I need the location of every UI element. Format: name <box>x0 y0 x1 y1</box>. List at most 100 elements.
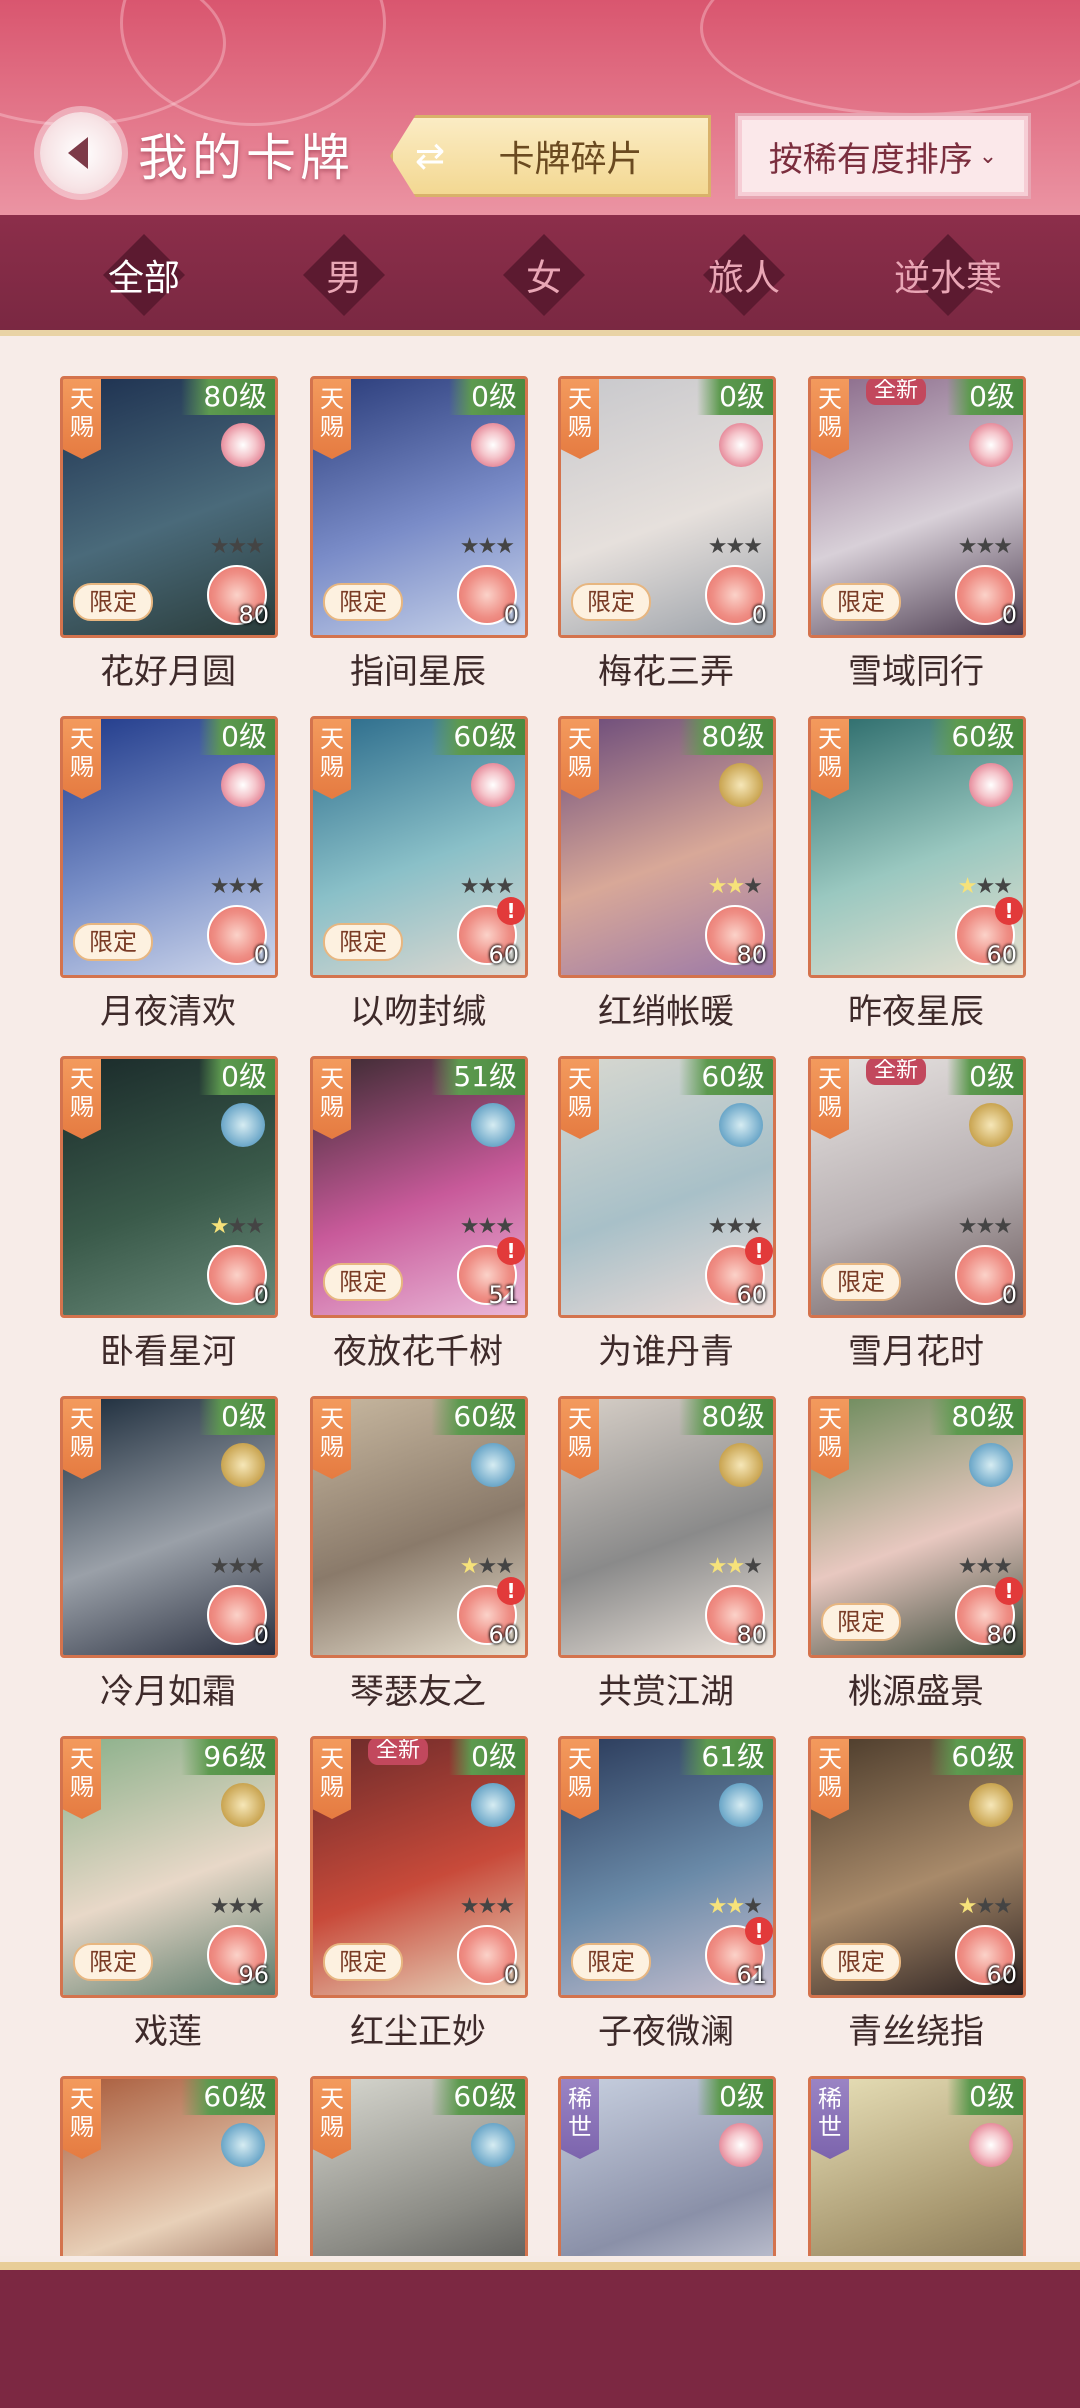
back-button[interactable] <box>40 112 122 194</box>
card-item[interactable]: 稀世 0级 <box>558 2076 776 2256</box>
star-icon: ★ <box>227 1554 248 1579</box>
star-icon: ★ <box>957 534 978 559</box>
filter-label: 女 <box>525 258 562 299</box>
rarity-tag: 稀世 <box>561 2079 599 2159</box>
filter-tab-all[interactable]: 全部 <box>84 233 204 317</box>
limited-tag: 限定 <box>73 923 153 961</box>
star-icon: ★ <box>725 534 746 559</box>
card-item[interactable]: 天赐 60级 <box>60 2076 278 2256</box>
rarity-tag: 天赐 <box>63 1059 101 1139</box>
level-banner: 60级 <box>431 2079 525 2115</box>
fan-icon <box>471 1783 515 1827</box>
star-icon: ★ <box>707 874 728 899</box>
card-item[interactable]: 稀世 0级 <box>808 2076 1026 2256</box>
fragment-count: 60 <box>488 941 519 969</box>
card-item[interactable]: 天赐 60级 ★★★! 60 <box>558 1056 776 1318</box>
rarity-tag: 天赐 <box>313 719 351 799</box>
rarity-tag: 天赐 <box>561 1739 599 1819</box>
star-icon: ★ <box>975 1214 996 1239</box>
star-icon: ★ <box>957 1214 978 1239</box>
card-item[interactable]: 天赐 80级 ★★★ 80 <box>558 1396 776 1658</box>
card-item[interactable]: 天赐 60级 ★★★! 60 <box>310 1396 528 1658</box>
flower-icon <box>471 423 515 467</box>
star-rating: ★★★ <box>958 1554 1013 1579</box>
flower-icon <box>969 423 1013 467</box>
card-item[interactable]: 天赐 0级 全新 ★★★ 限定 0 <box>808 376 1026 638</box>
level-banner: 60级 <box>181 2079 275 2115</box>
card-item[interactable]: 天赐 60级 ★★★ 限定 60 <box>808 1736 1026 1998</box>
star-icon: ★ <box>495 534 515 559</box>
card-fragments-label: 卡牌碎片 <box>498 139 643 180</box>
star-rating: ★★★ <box>459 874 515 899</box>
card-item[interactable]: 天赐 61级 ★★★ 限定! 61 <box>558 1736 776 1998</box>
star-icon: ★ <box>975 534 996 559</box>
star-icon: ★ <box>209 534 230 559</box>
fan-icon <box>221 2123 265 2167</box>
card-item[interactable]: 天赐 0级 ★★★ 0 <box>60 1056 278 1318</box>
limited-tag: 限定 <box>571 1943 651 1981</box>
card-name: 青丝绕指 <box>848 2012 984 2052</box>
level-banner: 60级 <box>929 719 1023 755</box>
card-fragments-button[interactable]: ⇄ 卡牌碎片 <box>390 115 711 197</box>
card-item[interactable]: 天赐 60级 <box>310 2076 528 2256</box>
star-icon: ★ <box>477 534 498 559</box>
rarity-tag: 天赐 <box>561 1059 599 1139</box>
limited-tag: 限定 <box>821 583 901 621</box>
star-icon: ★ <box>725 874 746 899</box>
card-item[interactable]: 天赐 0级 ★★★ 限定 0 <box>60 716 278 978</box>
card-item[interactable]: 天赐 0级 ★★★ 限定 0 <box>310 376 528 638</box>
fan-icon <box>471 1103 515 1147</box>
card-item[interactable]: 天赐 0级 全新 ★★★ 限定 0 <box>310 1736 528 1998</box>
rarity-tag: 天赐 <box>63 379 101 459</box>
card-item[interactable]: 天赐 80级 ★★★ 限定! 80 <box>808 1396 1026 1658</box>
star-icon: ★ <box>957 1894 978 1919</box>
rarity-tag: 天赐 <box>811 1739 849 1819</box>
limited-tag: 限定 <box>73 583 153 621</box>
card-item[interactable]: 天赐 0级 ★★★ 0 <box>60 1396 278 1658</box>
star-icon: ★ <box>459 874 480 899</box>
star-icon: ★ <box>245 534 265 559</box>
card-item[interactable]: 天赐 0级 全新 ★★★ 限定 0 <box>808 1056 1026 1318</box>
card-item[interactable]: 天赐 60级 ★★★! 60 <box>808 716 1026 978</box>
star-icon: ★ <box>993 874 1013 899</box>
fan-icon <box>719 1783 763 1827</box>
coin-icon <box>221 1443 265 1487</box>
rarity-tag: 天赐 <box>313 379 351 459</box>
filter-tab-traveler[interactable]: 旅人 <box>684 233 804 317</box>
card-item[interactable]: 天赐 60级 ★★★ 限定! 60 <box>310 716 528 978</box>
card-item[interactable]: 天赐 80级 ★★★ 限定 80 <box>60 376 278 638</box>
star-icon: ★ <box>477 1214 498 1239</box>
level-banner: 0级 <box>947 379 1023 415</box>
star-rating: ★★★ <box>708 534 763 559</box>
star-icon: ★ <box>743 1894 763 1919</box>
card-name: 梅花三弄 <box>598 652 734 692</box>
chevron-down-icon: ⌄ <box>978 143 998 169</box>
card-item[interactable]: 天赐 80级 ★★★ 80 <box>558 716 776 978</box>
level-banner: 0级 <box>449 379 525 415</box>
fragment-count: 96 <box>238 1961 269 1989</box>
filter-tab-male[interactable]: 男 <box>284 233 404 317</box>
level-banner: 0级 <box>697 2079 773 2115</box>
star-icon: ★ <box>459 1894 480 1919</box>
star-icon: ★ <box>245 874 265 899</box>
card-name: 为谁丹青 <box>598 1332 734 1372</box>
sort-dropdown[interactable]: 按稀有度排序 ⌄ <box>735 113 1031 199</box>
star-icon: ★ <box>477 1894 498 1919</box>
filter-label: 逆水寒 <box>893 258 1002 299</box>
level-banner: 51级 <box>431 1059 525 1095</box>
card-name: 雪域同行 <box>848 652 984 692</box>
card-name: 卧看星河 <box>100 1332 236 1372</box>
coin-icon <box>719 1443 763 1487</box>
star-icon: ★ <box>209 1214 230 1239</box>
filter-tab-female[interactable]: 女 <box>484 233 604 317</box>
level-banner: 61级 <box>679 1739 773 1775</box>
filter-tab-nishuihan[interactable]: 逆水寒 <box>878 233 1018 317</box>
level-banner: 80级 <box>181 379 275 415</box>
card-item[interactable]: 天赐 51级 ★★★ 限定! 51 <box>310 1056 528 1318</box>
star-icon: ★ <box>975 1894 996 1919</box>
fragment-count: 60 <box>986 941 1017 969</box>
rarity-tag: 天赐 <box>313 1399 351 1479</box>
card-item[interactable]: 天赐 0级 ★★★ 限定 0 <box>558 376 776 638</box>
fragment-count: 0 <box>1001 1281 1017 1309</box>
card-item[interactable]: 天赐 96级 ★★★ 限定 96 <box>60 1736 278 1998</box>
